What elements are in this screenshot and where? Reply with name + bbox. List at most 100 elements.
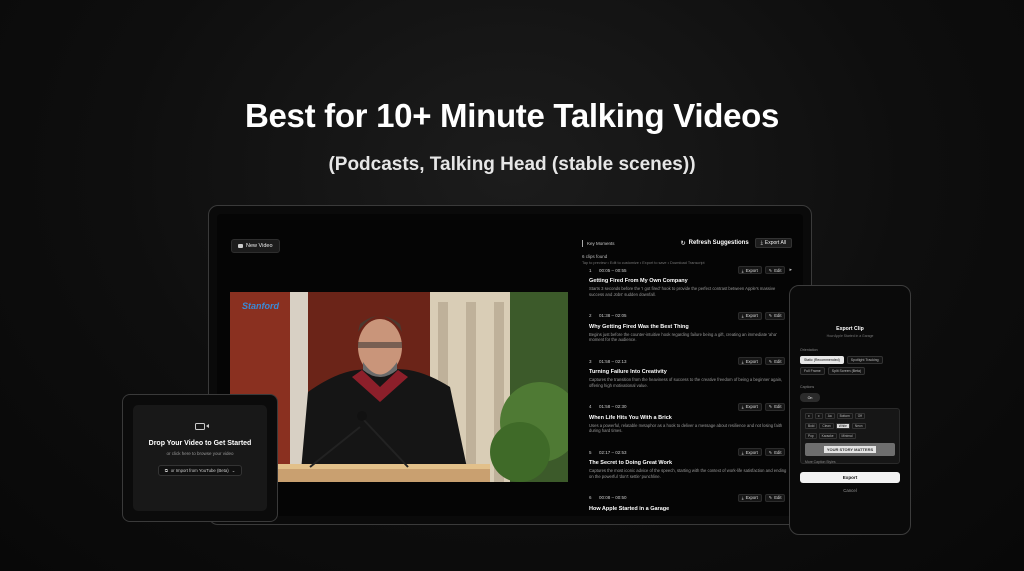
clip-edit-label: Edit: [774, 495, 782, 500]
clip-title: When Life Hits You With a Brick: [589, 414, 672, 421]
clip-export-label: Export: [745, 313, 758, 318]
style-option[interactable]: Pop: [805, 433, 817, 439]
clip-edit-button[interactable]: ✎ Edit: [764, 357, 786, 365]
clip-export-label: Export: [745, 495, 758, 500]
clip-edit-button[interactable]: ✎ Edit: [764, 402, 786, 411]
panel-divider: [582, 239, 583, 247]
clip-description: Uses a powerful, relatable metaphor as a…: [589, 422, 783, 434]
pencil-icon: ✎: [768, 358, 773, 364]
style-option[interactable]: Karaoke: [818, 433, 837, 439]
clip-edit-label: Edit: [774, 449, 782, 455]
pencil-icon: ✎: [768, 313, 773, 318]
broadcast-logo: Stanford: [242, 301, 279, 311]
clip-title: Turning Failure Into Creativity: [589, 369, 667, 375]
clip-time: 01:58 – 02:30: [599, 404, 627, 409]
clip-export-button[interactable]: ⤓ Export: [737, 493, 762, 502]
pencil-icon: ✎: [768, 404, 773, 409]
clip-item[interactable]: 2 01:38 – 02:05 ⤓Export ✎Edit ▸ Why Gett…: [582, 311, 792, 357]
video-camera-icon: [195, 423, 209, 430]
clip-time: 00:08 – 00:50: [599, 495, 627, 500]
export-clip-title: Export Clip: [836, 326, 864, 332]
clip-edit-label: Edit: [774, 358, 782, 364]
clip-number: 1: [589, 267, 592, 273]
captions-toggle[interactable]: On: [800, 393, 820, 402]
style-option[interactable]: White: [835, 423, 850, 429]
clip-title: How Apple Started in a Garage: [589, 505, 670, 512]
clip-export-label: Export: [745, 404, 758, 409]
clip-title: Getting Fired From My Own Company: [589, 278, 688, 284]
style-option[interactable]: Bold: [805, 423, 818, 429]
emoji-button[interactable]: Off: [854, 413, 865, 419]
clip-export-label: Export: [745, 358, 758, 364]
key-moments-panel: Key Moments ↻ Refresh Suggestions ⤓ Expo…: [582, 236, 792, 516]
orientation-label: Orientation: [800, 348, 818, 352]
import-youtube-button[interactable]: ⧉ or Import from YouTube (Beta) ⌄: [157, 465, 243, 476]
play-icon[interactable]: ▸: [789, 267, 792, 273]
layout-static-option[interactable]: Static (Recommended): [800, 356, 844, 364]
upload-subtitle: or click here to browse your video: [166, 451, 234, 456]
clip-edit-button[interactable]: ✎ Edit: [764, 493, 786, 502]
export-button[interactable]: Export: [800, 472, 900, 483]
layout-fullframe-option[interactable]: Full Frame: [800, 367, 825, 375]
cancel-button[interactable]: Cancel: [796, 488, 904, 493]
clip-export-button[interactable]: ⤓ Export: [737, 266, 762, 274]
clip-description: Captures the transition from the heavine…: [589, 377, 783, 388]
download-icon: ⤓: [741, 449, 744, 455]
clip-time: 02:17 – 02:53: [599, 449, 627, 455]
more-caption-styles-link[interactable]: More Caption Styles: [805, 460, 895, 464]
video-frame: [230, 292, 568, 482]
clip-number: 6: [589, 495, 592, 500]
clip-edit-button[interactable]: ✎ Edit: [764, 266, 786, 274]
clip-export-button[interactable]: ⤓ Export: [737, 311, 762, 320]
refresh-suggestions-button[interactable]: ↻ Refresh Suggestions: [681, 240, 749, 247]
style-option[interactable]: Neon: [851, 423, 866, 429]
new-video-button[interactable]: New Video: [231, 239, 280, 253]
caption-preview: YOUR STORY MATTERS: [805, 443, 895, 456]
clip-item[interactable]: 3 01:58 – 02:13 ⤓Export ✎Edit ▸ Turning …: [582, 356, 792, 402]
download-icon: ⤓: [741, 495, 744, 500]
export-all-button[interactable]: ⤓ Export All: [754, 238, 792, 248]
link-icon: ⧉: [164, 468, 168, 473]
clip-item[interactable]: 1 00:05 – 00:55 ⤓ Export ✎ Edit ▸ Getting …: [582, 265, 792, 311]
download-icon: ⤓: [741, 404, 744, 409]
align-left-icon[interactable]: ≡: [805, 413, 813, 419]
clip-export-button[interactable]: ⤓ Export: [737, 402, 762, 411]
pencil-icon: ✎: [768, 495, 773, 500]
font-size-button[interactable]: Aa: [824, 413, 835, 419]
app-screen: New Video Stanford Key Moments ↻ Refresh…: [217, 214, 803, 516]
hero-subheadline: (Podcasts, Talking Head (stable scenes)): [328, 154, 696, 175]
import-youtube-label: or Import from YouTube (Beta): [170, 468, 229, 473]
layout-spotlight-option[interactable]: Spotlight Tracking: [846, 356, 883, 364]
panel-title: Key Moments: [587, 240, 615, 246]
clip-number: 2: [589, 313, 592, 318]
clip-export-button[interactable]: ⤓ Export: [737, 357, 762, 365]
upload-title: Drop Your Video to Get Started: [148, 440, 252, 447]
export-all-label: Export All: [764, 240, 786, 246]
align-center-icon[interactable]: ≡: [814, 413, 823, 419]
layout-options: Static (Recommended) Spotlight Tracking …: [796, 356, 904, 375]
clip-edit-button[interactable]: ✎ Edit: [764, 448, 786, 456]
clip-item[interactable]: 5 02:17 – 02:53 ⤓Export ✎Edit ▸ The Secr…: [582, 447, 792, 493]
download-icon: ⤓: [741, 358, 744, 364]
captions-label: Captions: [800, 385, 815, 389]
position-button[interactable]: Bottom: [836, 413, 853, 419]
video-player[interactable]: Stanford: [230, 292, 568, 482]
clip-export-label: Export: [745, 449, 758, 455]
download-icon: ⤓: [760, 240, 763, 246]
upload-drop-zone[interactable]: Drop Your Video to Get Started or click …: [133, 405, 267, 511]
clip-description: Captures the most iconic advice of the s…: [589, 468, 787, 479]
clip-number: 3: [589, 358, 592, 364]
laptop-mockup: New Video Stanford Key Moments ↻ Refresh…: [208, 205, 812, 525]
clip-item[interactable]: 6 00:08 – 00:50 ⤓Export ✎Edit ▸ How Appl…: [582, 493, 792, 513]
clip-edit-button[interactable]: ✎ Edit: [764, 311, 786, 320]
export-clip-subtitle: How Apple Started in a Garage: [826, 334, 874, 338]
style-option[interactable]: Minimal: [838, 433, 856, 439]
clip-time: 00:05 – 00:55: [599, 267, 627, 273]
clip-edit-label: Edit: [774, 404, 782, 409]
layout-splitscreen-option[interactable]: Split Screen (Beta): [827, 367, 866, 375]
pencil-icon: ✎: [768, 449, 773, 455]
clip-item[interactable]: 4 01:58 – 02:30 ⤓Export ✎Edit ▸ When Lif…: [582, 402, 792, 448]
clip-export-button[interactable]: ⤓ Export: [737, 448, 762, 456]
style-option[interactable]: Clean: [819, 423, 834, 429]
clips-count: 6 clips found: [582, 254, 608, 259]
